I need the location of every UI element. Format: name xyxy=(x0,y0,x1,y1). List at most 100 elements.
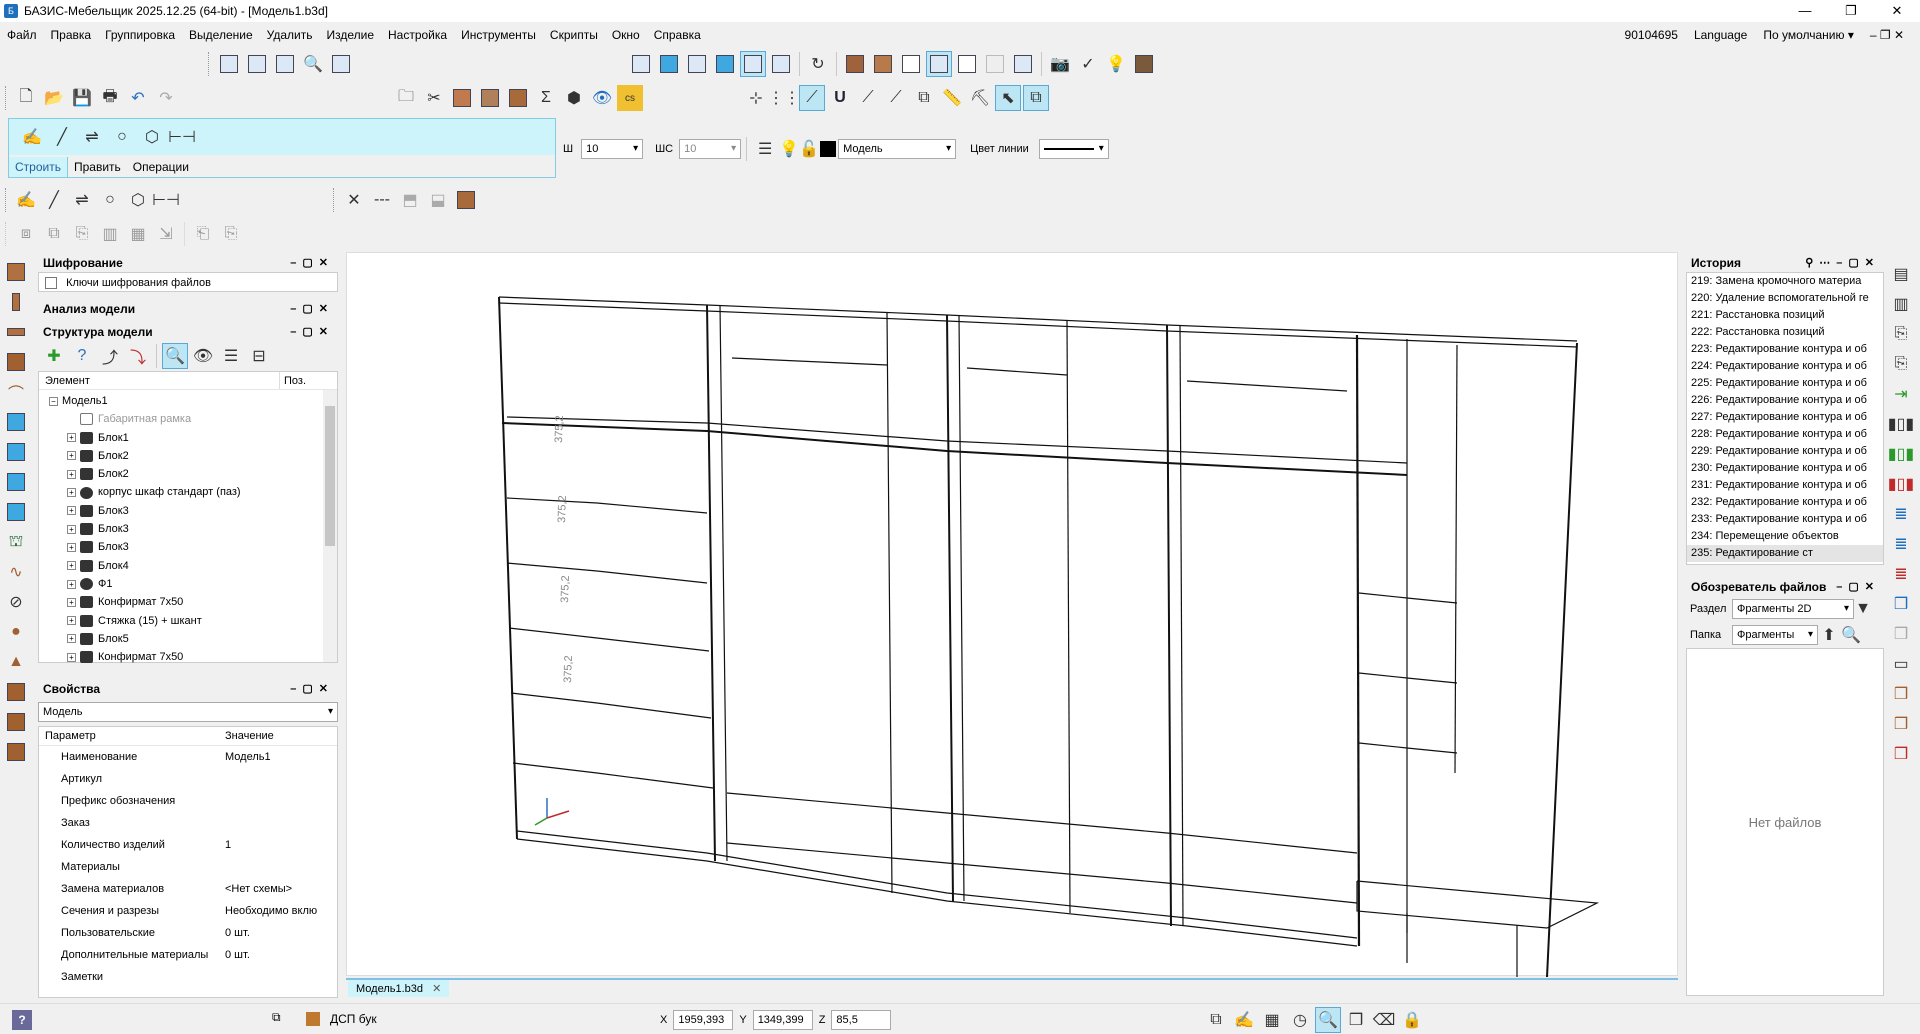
snap-axis-icon[interactable]: ⊹ xyxy=(743,85,769,111)
expand-icon[interactable]: + xyxy=(67,524,76,534)
eye-icon[interactable]: 👁 xyxy=(589,85,615,111)
history-item-current[interactable]: 235: Редактирование ст xyxy=(1687,545,1883,562)
tree-root[interactable]: − Модель1 xyxy=(49,392,337,410)
tree-item[interactable]: + Блок4 xyxy=(49,557,337,575)
search-files-icon[interactable]: 🔍 xyxy=(1840,622,1862,648)
menu-select[interactable]: Выделение xyxy=(182,24,260,46)
expand-icon[interactable]: + xyxy=(67,616,76,626)
close-button[interactable]: ✕ xyxy=(1874,0,1920,22)
folder-combo[interactable]: Фрагменты xyxy=(1732,625,1818,645)
profile-body-icon[interactable] xyxy=(3,678,29,706)
polygon-tool-icon[interactable]: ⬡ xyxy=(139,124,165,150)
tree-scrollbar[interactable] xyxy=(323,390,337,662)
section-combo[interactable]: Фрагменты 2D xyxy=(1732,599,1854,619)
zoom-lens-icon[interactable]: 🔍 xyxy=(1315,1007,1341,1033)
panel-free-icon[interactable] xyxy=(3,348,29,376)
width-combo[interactable]: 10 xyxy=(581,139,644,159)
x-field[interactable]: 1959,393 xyxy=(673,1010,734,1030)
dimension-tool-icon[interactable]: ⊢⊣ xyxy=(152,187,180,213)
history-item[interactable]: 233: Редактирование контура и об xyxy=(1687,511,1883,528)
menu-help[interactable]: Справка xyxy=(647,24,708,46)
help-icon[interactable]: ? xyxy=(12,1010,32,1030)
prop-value[interactable]: 0 шт. xyxy=(219,944,337,965)
prop-value[interactable] xyxy=(219,966,337,987)
filter-icon[interactable]: ▼ xyxy=(1854,596,1872,622)
script-icon[interactable]: cs xyxy=(617,85,643,111)
blue-stack-remove-icon[interactable]: ≣ xyxy=(1888,560,1914,588)
shade-hidden-icon[interactable] xyxy=(954,51,980,77)
unlink-icon[interactable]: ⤵ xyxy=(125,343,151,369)
prop-row[interactable]: Дополнительные материалы 0 шт. xyxy=(39,944,337,966)
sweep-icon[interactable]: ⬓ xyxy=(425,187,451,213)
fit-depth-icon[interactable] xyxy=(3,468,29,496)
extrude-icon[interactable]: ⬒ xyxy=(397,187,423,213)
align-icon[interactable]: ▥ xyxy=(97,221,123,247)
prop-value[interactable]: <Нет схемы> xyxy=(219,878,337,899)
material-tool-icon[interactable]: ⧉ xyxy=(272,1010,281,1025)
panel-front-icon[interactable] xyxy=(3,318,29,346)
view-right-icon[interactable] xyxy=(712,51,738,77)
collapse-icon[interactable]: − xyxy=(49,396,58,406)
prop-row[interactable]: Замена материалов <Нет схемы> xyxy=(39,878,337,900)
zoom-previous-icon[interactable] xyxy=(328,51,354,77)
dash-line-icon[interactable]: --- xyxy=(369,187,395,213)
shade-flat-icon[interactable] xyxy=(870,51,896,77)
close-tab-icon[interactable]: ✕ xyxy=(432,983,441,995)
tree-item[interactable]: + Блок2 xyxy=(49,447,337,465)
lock-icon[interactable]: 🔒 xyxy=(1399,1007,1425,1033)
prop-value[interactable]: Необходимо вклю xyxy=(219,900,337,921)
history-item[interactable]: 227: Редактирование контура и об xyxy=(1687,409,1883,426)
blue-stack-icon[interactable]: ≣ xyxy=(1888,500,1914,528)
history-item[interactable]: 225: Редактирование контура и об xyxy=(1687,375,1883,392)
trim-icon[interactable]: ✕ xyxy=(341,187,367,213)
maximize-button[interactable]: ❐ xyxy=(1828,0,1874,22)
prop-row[interactable]: Префикс обозначения xyxy=(39,790,337,812)
cut-icon[interactable]: ✂ xyxy=(421,85,447,111)
spec-icon[interactable]: ▥ xyxy=(1888,290,1914,318)
array-icon[interactable]: ⧉ xyxy=(41,221,67,247)
light-bulb-icon[interactable]: 💡 xyxy=(1103,51,1129,77)
snap-line-icon[interactable]: ⟋ xyxy=(855,85,881,111)
prop-value[interactable] xyxy=(219,790,337,811)
shade-transparent-icon[interactable] xyxy=(926,51,952,77)
menu-settings[interactable]: Настройка xyxy=(381,24,454,46)
tab-build[interactable]: Строить xyxy=(9,157,68,177)
cutting-icon[interactable] xyxy=(3,738,29,766)
collapse-icon[interactable]: ⊟ xyxy=(246,343,272,369)
sum-icon[interactable]: Σ xyxy=(533,85,559,111)
encryption-keys-item[interactable]: Ключи шифрования файлов xyxy=(38,272,338,292)
barcode-add-icon[interactable]: ▮▯▮ xyxy=(1888,440,1914,468)
circle-tool-icon[interactable]: ○ xyxy=(97,187,123,213)
draw-tool-icon[interactable]: ✍ xyxy=(19,124,45,150)
history-item[interactable]: 223: Редактирование контура и об xyxy=(1687,341,1883,358)
magnet-icon[interactable]: U xyxy=(827,85,853,111)
print-icon[interactable]: 🖶 xyxy=(97,85,123,111)
tree-item[interactable]: + Блок3 xyxy=(49,520,337,538)
view-left-icon[interactable] xyxy=(684,51,710,77)
fit-width-icon[interactable] xyxy=(3,408,29,436)
drawer-icon[interactable] xyxy=(3,498,29,526)
prop-row[interactable]: Материалы xyxy=(39,856,337,878)
view-front-icon[interactable] xyxy=(628,51,654,77)
parallel-tool-icon[interactable]: ⇌ xyxy=(69,187,95,213)
measure-icon[interactable]: ⛏ xyxy=(967,85,993,111)
line-tool-icon[interactable]: ╱ xyxy=(41,187,67,213)
tree-item[interactable]: + Конфирмат 7x50 xyxy=(49,648,337,666)
expand-icon[interactable]: + xyxy=(67,506,76,516)
expand-icon[interactable]: + xyxy=(67,634,76,644)
prop-value[interactable]: 0 шт. xyxy=(219,922,337,943)
sphere-icon[interactable]: ● xyxy=(3,618,29,646)
tree-item[interactable]: + корпус шкаф стандарт (паз) xyxy=(49,483,337,501)
import-icon[interactable]: ⎘ xyxy=(218,221,244,247)
zoom-lens-icon[interactable]: 🔍 xyxy=(300,51,326,77)
barcode-remove-icon[interactable]: ▮▯▮ xyxy=(1888,470,1914,498)
mirror-icon[interactable]: ⧈ xyxy=(13,221,39,247)
history-item[interactable]: 224: Редактирование контура и об xyxy=(1687,358,1883,375)
draw-tool-icon[interactable]: ✍ xyxy=(13,187,39,213)
split-view-icon[interactable] xyxy=(1010,51,1036,77)
cube-gray-icon[interactable]: ❒ xyxy=(1888,620,1914,648)
fit-height-icon[interactable] xyxy=(3,438,29,466)
tree-item[interactable]: + Блок3 xyxy=(49,538,337,556)
materials-icon[interactable] xyxy=(1131,51,1157,77)
accessory-icon[interactable] xyxy=(3,708,29,736)
